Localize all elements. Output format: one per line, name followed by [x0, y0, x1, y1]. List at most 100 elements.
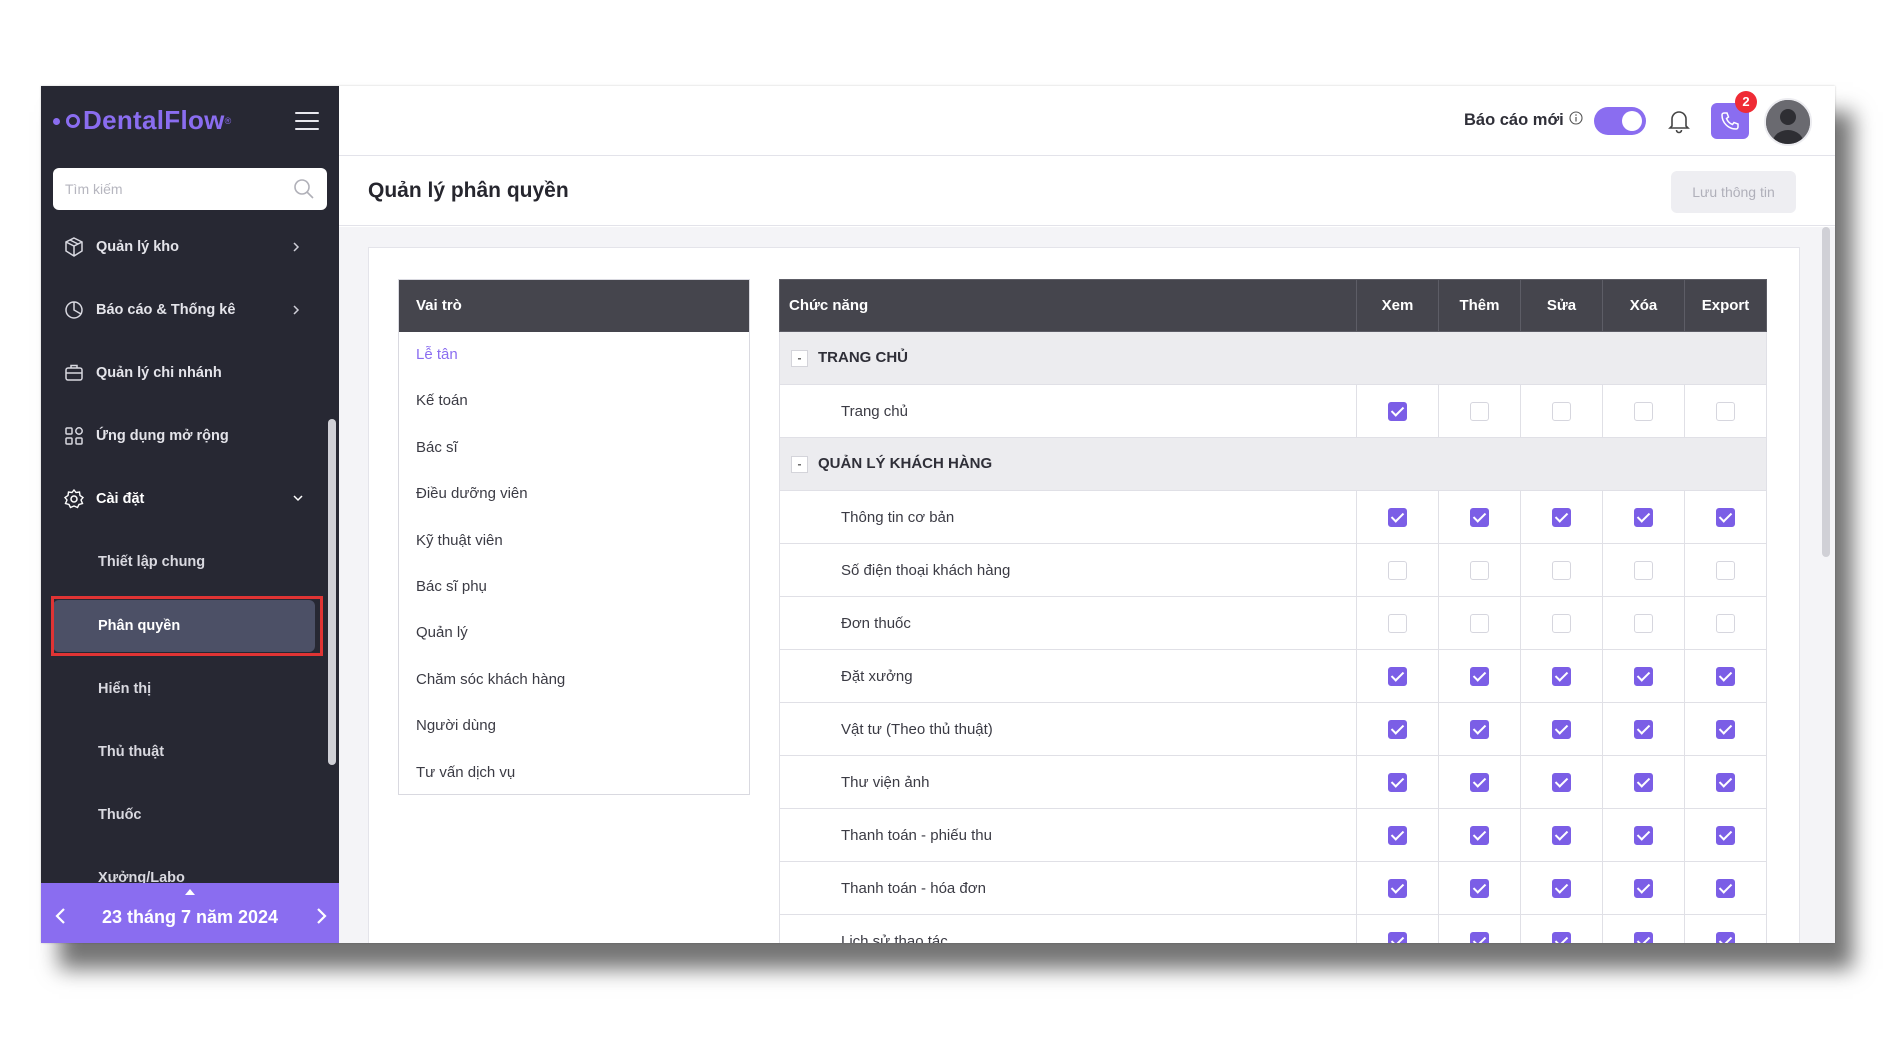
role-item[interactable]: Lễ tân: [399, 332, 749, 378]
permission-cell: [1438, 914, 1521, 943]
checkbox-add[interactable]: [1470, 719, 1489, 739]
brand-name: DentalFlow: [83, 105, 225, 135]
checkbox-delete[interactable]: [1634, 719, 1653, 739]
checkbox-export[interactable]: [1716, 772, 1735, 792]
main-content: Vai trò Lễ tân Kế toán Bác sĩ Điều dưỡng…: [339, 227, 1835, 943]
checkbox-view[interactable]: [1388, 878, 1407, 898]
checkbox-edit[interactable]: [1552, 931, 1571, 943]
sidebar-subitem-display[interactable]: Hiển thị: [53, 663, 315, 715]
checkbox-view[interactable]: [1388, 825, 1407, 845]
col-header-function: Chức năng: [779, 279, 1357, 332]
page-title: Quản lý phân quyền: [368, 179, 569, 202]
save-button[interactable]: Lưu thông tin: [1671, 171, 1796, 213]
checkbox-edit[interactable]: [1552, 772, 1571, 792]
sidebar-scrollbar[interactable]: [328, 419, 336, 765]
new-report-label: Báo cáo mới: [1464, 111, 1564, 129]
role-item[interactable]: Chăm sóc khách hàng: [399, 657, 749, 703]
checkbox-view[interactable]: [1388, 931, 1407, 943]
checkbox-export[interactable]: [1716, 401, 1735, 421]
checkbox-delete[interactable]: [1634, 931, 1653, 943]
sidebar-item-branches[interactable]: Quản lý chi nhánh: [53, 351, 327, 395]
checkbox-delete[interactable]: [1634, 560, 1653, 580]
search-icon[interactable]: [293, 178, 315, 200]
permission-cell: [1602, 808, 1685, 862]
sidebar-item-inventory[interactable]: Quản lý kho: [53, 225, 327, 269]
checkbox-add[interactable]: [1470, 825, 1489, 845]
checkbox-view[interactable]: [1388, 666, 1407, 686]
checkbox-export[interactable]: [1716, 878, 1735, 898]
bell-icon[interactable]: [1667, 108, 1691, 134]
checkbox-delete[interactable]: [1634, 772, 1653, 792]
checkbox-export[interactable]: [1716, 931, 1735, 943]
permission-cell: [1602, 914, 1685, 943]
info-icon[interactable]: [1569, 111, 1583, 125]
checkbox-edit[interactable]: [1552, 507, 1571, 527]
checkbox-edit[interactable]: [1552, 666, 1571, 686]
checkbox-export[interactable]: [1716, 613, 1735, 633]
checkbox-export[interactable]: [1716, 666, 1735, 686]
role-item[interactable]: Kế toán: [399, 378, 749, 424]
menu-toggle-icon[interactable]: [295, 112, 319, 132]
checkbox-view[interactable]: [1388, 560, 1407, 580]
checkbox-add[interactable]: [1470, 507, 1489, 527]
collapse-toggle-icon[interactable]: -: [791, 349, 808, 367]
role-item[interactable]: Điều dưỡng viên: [399, 471, 749, 517]
checkbox-export[interactable]: [1716, 560, 1735, 580]
checkbox-view[interactable]: [1388, 613, 1407, 633]
function-name: Thanh toán - hóa đơn: [779, 861, 1357, 915]
current-date[interactable]: 23 tháng 7 năm 2024: [41, 907, 339, 928]
role-item[interactable]: Kỹ thuật viên: [399, 518, 749, 564]
checkbox-view[interactable]: [1388, 719, 1407, 739]
search-input[interactable]: [53, 168, 283, 210]
new-report-toggle[interactable]: [1594, 107, 1646, 135]
function-name: Lịch sử thao tác: [779, 914, 1357, 943]
checkbox-add[interactable]: [1470, 401, 1489, 421]
checkbox-export[interactable]: [1716, 719, 1735, 739]
checkbox-edit[interactable]: [1552, 719, 1571, 739]
checkbox-add[interactable]: [1470, 666, 1489, 686]
sidebar-subitem-medicine[interactable]: Thuốc: [53, 789, 315, 841]
role-item[interactable]: Quản lý: [399, 610, 749, 656]
checkbox-export[interactable]: [1716, 507, 1735, 527]
checkbox-add[interactable]: [1470, 878, 1489, 898]
chevron-right-icon[interactable]: [313, 905, 329, 927]
checkbox-edit[interactable]: [1552, 560, 1571, 580]
sidebar-item-extensions[interactable]: Ứng dụng mở rộng: [53, 414, 327, 458]
role-item[interactable]: Người dùng: [399, 703, 749, 749]
checkbox-add[interactable]: [1470, 931, 1489, 943]
checkbox-add[interactable]: [1470, 613, 1489, 633]
checkbox-delete[interactable]: [1634, 507, 1653, 527]
checkbox-add[interactable]: [1470, 772, 1489, 792]
checkbox-view[interactable]: [1388, 772, 1407, 792]
checkbox-edit[interactable]: [1552, 401, 1571, 421]
checkbox-delete[interactable]: [1634, 401, 1653, 421]
permission-cell: [1438, 861, 1521, 915]
group-row: - QUẢN LÝ KHÁCH HÀNG: [779, 437, 1767, 491]
sidebar-subitem-permissions[interactable]: Phân quyền: [53, 600, 315, 652]
sidebar-item-settings[interactable]: Cài đặt: [53, 477, 327, 521]
checkbox-delete[interactable]: [1634, 825, 1653, 845]
checkbox-delete[interactable]: [1634, 666, 1653, 686]
checkbox-delete[interactable]: [1634, 613, 1653, 633]
avatar[interactable]: [1764, 98, 1812, 146]
role-item[interactable]: Bác sĩ phụ: [399, 564, 749, 610]
collapse-toggle-icon[interactable]: -: [791, 455, 808, 473]
brand-logo[interactable]: DentalFlow ®: [53, 105, 231, 136]
checkbox-edit[interactable]: [1552, 613, 1571, 633]
checkbox-add[interactable]: [1470, 560, 1489, 580]
checkbox-view[interactable]: [1388, 401, 1407, 421]
checkbox-export[interactable]: [1716, 825, 1735, 845]
role-item[interactable]: Tư vấn dịch vụ: [399, 750, 749, 796]
sidebar-subitem-general[interactable]: Thiết lập chung: [53, 536, 315, 588]
role-item[interactable]: Bác sĩ: [399, 425, 749, 471]
sidebar-item-reports[interactable]: Báo cáo & Thống kê: [53, 288, 327, 332]
checkbox-view[interactable]: [1388, 507, 1407, 527]
checkbox-edit[interactable]: [1552, 825, 1571, 845]
checkbox-delete[interactable]: [1634, 878, 1653, 898]
main-scrollbar[interactable]: [1822, 227, 1830, 557]
checkbox-edit[interactable]: [1552, 878, 1571, 898]
caret-up-icon[interactable]: [185, 889, 195, 895]
sidebar-subitem-procedures[interactable]: Thủ thuật: [53, 726, 315, 778]
permission-cell: [1356, 384, 1439, 438]
table-row: Đặt xưởng: [779, 649, 1767, 703]
